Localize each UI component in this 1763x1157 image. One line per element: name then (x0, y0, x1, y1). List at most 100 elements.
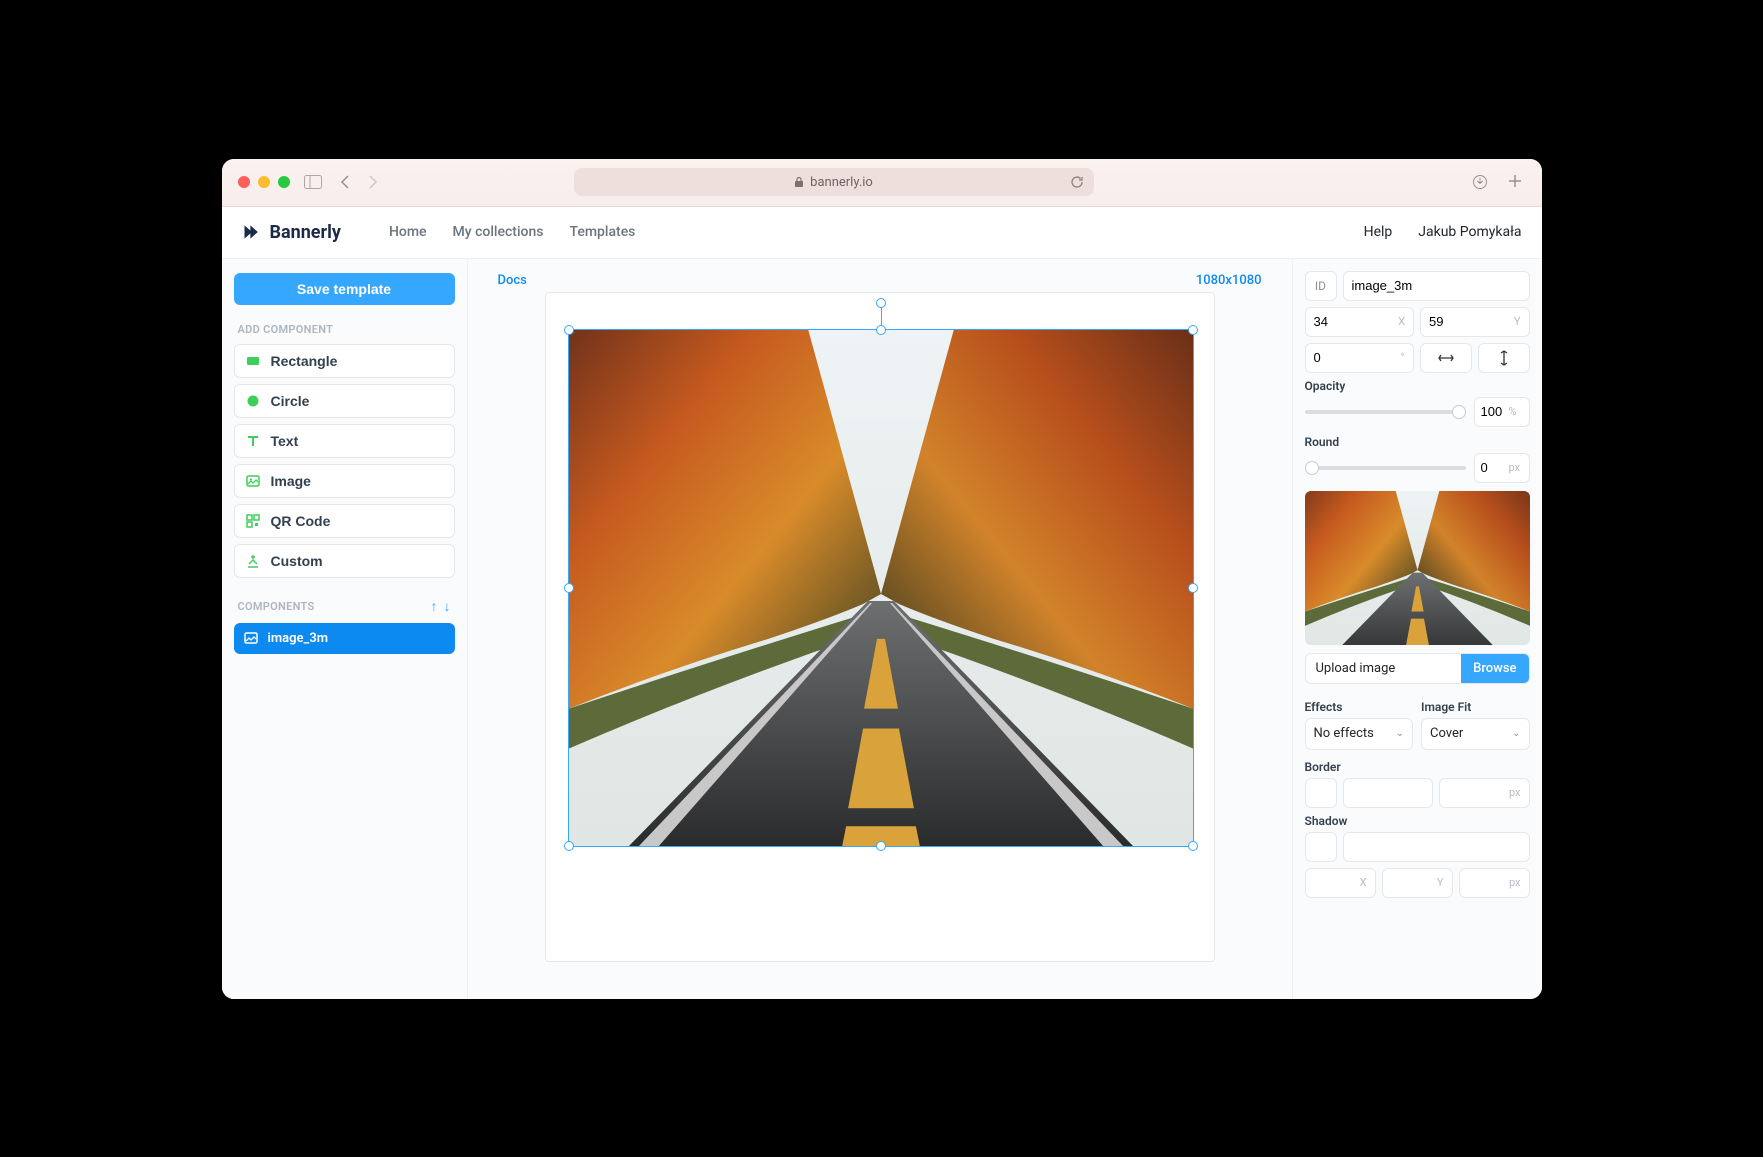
add-custom-button[interactable]: Custom (234, 544, 455, 578)
layer-move-down-icon[interactable]: ↓ (444, 598, 451, 615)
fit-label: Image Fit (1421, 700, 1530, 714)
flip-h-icon (1438, 352, 1454, 364)
add-image-button[interactable]: Image (234, 464, 455, 498)
opacity-slider-thumb[interactable] (1452, 405, 1466, 419)
upload-label: Upload image (1306, 654, 1462, 683)
canvas[interactable] (545, 292, 1215, 962)
components-title: Components (238, 600, 315, 613)
header-right: Help Jakub Pomykała (1364, 224, 1522, 240)
workspace: Save template Add component Rectangle Ci… (222, 259, 1542, 999)
id-field[interactable] (1343, 271, 1530, 301)
shadow-color-field[interactable] (1343, 832, 1530, 862)
resize-handle-tl[interactable] (564, 325, 574, 335)
image-layer-icon (244, 631, 258, 645)
rectangle-icon (245, 353, 261, 369)
id-label: ID (1305, 271, 1337, 301)
rotation-field[interactable]: ° (1305, 343, 1414, 373)
flip-horizontal-button[interactable] (1420, 343, 1472, 373)
nav-user[interactable]: Jakub Pomykała (1418, 224, 1521, 240)
browse-button[interactable]: Browse (1461, 654, 1528, 683)
fit-select[interactable]: Cover⌄ (1421, 718, 1530, 750)
shadow-label: Shadow (1305, 814, 1530, 828)
sidebar-toggle-icon[interactable] (300, 171, 326, 193)
add-rectangle-button[interactable]: Rectangle (234, 344, 455, 378)
y-field[interactable]: Y (1420, 307, 1530, 337)
reload-icon[interactable] (1070, 175, 1084, 189)
sidebar-left: Save template Add component Rectangle Ci… (222, 259, 468, 999)
window-close-button[interactable] (238, 176, 250, 188)
round-slider-thumb[interactable] (1305, 461, 1319, 475)
resize-handle-r[interactable] (1188, 583, 1198, 593)
window-maximize-button[interactable] (278, 176, 290, 188)
shadow-x-field[interactable]: X (1305, 868, 1376, 898)
resize-handle-b[interactable] (876, 841, 886, 851)
border-color-field[interactable] (1343, 778, 1434, 808)
layer-item-label: image_3m (268, 631, 329, 646)
window-minimize-button[interactable] (258, 176, 270, 188)
resize-handle-br[interactable] (1188, 841, 1198, 851)
border-color-swatch[interactable] (1305, 778, 1337, 808)
save-template-button[interactable]: Save template (234, 273, 455, 305)
round-value[interactable]: px (1474, 453, 1530, 483)
resize-handle-bl[interactable] (564, 841, 574, 851)
circle-icon (245, 393, 261, 409)
shadow-y-field[interactable]: Y (1382, 868, 1453, 898)
effects-label: Effects (1305, 700, 1414, 714)
rotate-handle[interactable] (876, 298, 886, 308)
add-component-title: Add component (238, 323, 451, 336)
selected-element[interactable] (568, 329, 1194, 847)
main-nav: Home My collections Templates (389, 224, 635, 240)
add-circle-button[interactable]: Circle (234, 384, 455, 418)
upload-image-row: Upload image Browse (1305, 653, 1530, 684)
nav-templates[interactable]: Templates (569, 224, 635, 240)
app-header: Bannerly Home My collections Templates H… (222, 207, 1542, 259)
qrcode-icon (245, 513, 261, 529)
layer-move-up-icon[interactable]: ↑ (431, 598, 438, 615)
nav-back-button[interactable] (336, 171, 354, 193)
new-tab-icon[interactable] (1504, 170, 1526, 194)
canvas-image (569, 330, 1193, 846)
brand-logo[interactable]: Bannerly (242, 222, 341, 243)
round-label: Round (1305, 435, 1530, 449)
nav-help[interactable]: Help (1364, 224, 1393, 240)
lock-icon (794, 176, 804, 188)
breadcrumb-docs[interactable]: Docs (498, 273, 527, 288)
nav-forward-button[interactable] (364, 171, 382, 193)
components-header: Components ↑ ↓ (234, 598, 455, 615)
opacity-value[interactable]: % (1474, 397, 1530, 427)
layer-item-image-3m[interactable]: image_3m (234, 623, 455, 654)
resize-handle-l[interactable] (564, 583, 574, 593)
image-icon (245, 473, 261, 489)
traffic-lights (238, 176, 290, 188)
brand-name: Bannerly (270, 222, 341, 243)
shadow-color-swatch[interactable] (1305, 832, 1337, 862)
canvas-dimensions: 1080x1080 (1196, 273, 1262, 288)
chevron-down-icon: ⌄ (1396, 728, 1404, 739)
add-text-button[interactable]: Text (234, 424, 455, 458)
border-width-field[interactable]: px (1439, 778, 1530, 808)
browser-window: bannerly.io Bannerly Home My collections… (222, 159, 1542, 999)
shadow-blur-field[interactable]: px (1459, 868, 1530, 898)
effects-select[interactable]: No effects⌄ (1305, 718, 1414, 750)
opacity-label: Opacity (1305, 379, 1530, 393)
browser-titlebar: bannerly.io (222, 159, 1542, 207)
canvas-area: Docs 1080x1080 (468, 259, 1292, 999)
x-field[interactable]: X (1305, 307, 1415, 337)
downloads-icon[interactable] (1468, 170, 1492, 194)
resize-handle-tr[interactable] (1188, 325, 1198, 335)
add-qrcode-button[interactable]: QR Code (234, 504, 455, 538)
nav-collections[interactable]: My collections (453, 224, 544, 240)
flip-v-icon (1498, 350, 1510, 366)
flip-vertical-button[interactable] (1478, 343, 1530, 373)
custom-icon (245, 553, 261, 569)
opacity-slider[interactable] (1305, 410, 1466, 414)
url-bar[interactable]: bannerly.io (574, 168, 1094, 196)
text-icon (245, 433, 261, 449)
resize-handle-t[interactable] (876, 325, 886, 335)
properties-panel: ID X Y ° Opacity % Round px (1292, 259, 1542, 999)
url-text: bannerly.io (810, 175, 873, 190)
chevron-down-icon: ⌄ (1512, 728, 1520, 739)
round-slider[interactable] (1305, 466, 1466, 470)
border-label: Border (1305, 760, 1530, 774)
nav-home[interactable]: Home (389, 224, 427, 240)
